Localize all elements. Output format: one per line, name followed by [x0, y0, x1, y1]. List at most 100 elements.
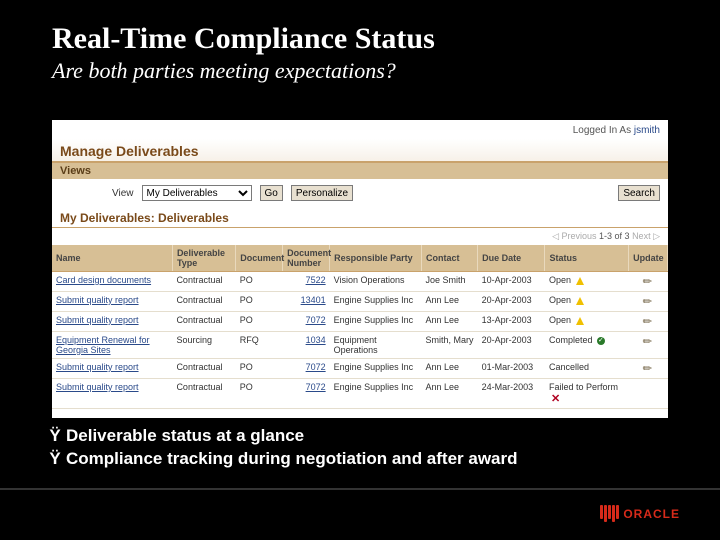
check-icon: [597, 337, 605, 345]
search-button[interactable]: Search: [618, 185, 660, 201]
deliverable-link[interactable]: Submit quality report: [56, 295, 139, 305]
cell-contact: Joe Smith: [421, 272, 477, 292]
cell-name: Card design documents: [52, 272, 172, 292]
bullet-icon: Ÿ: [44, 426, 66, 446]
cell-status: Cancelled: [545, 359, 629, 379]
cell-status: Open: [545, 272, 629, 292]
col-contact[interactable]: Contact: [421, 245, 477, 272]
view-select[interactable]: My Deliverables: [142, 185, 252, 201]
footer-divider: [0, 488, 720, 490]
cell-update: ✎: [629, 359, 668, 379]
slide-subtitle: Are both parties meeting expectations?: [0, 56, 720, 84]
bullet-icon: Ÿ: [44, 449, 66, 469]
edit-icon[interactable]: ✎: [640, 294, 656, 310]
cell-name: Equipment Renewal for Georgia Sites: [52, 332, 172, 359]
col-update[interactable]: Update: [629, 245, 668, 272]
cell-update: [629, 379, 668, 409]
document-number-link[interactable]: 7072: [306, 362, 326, 372]
bullet-text: Compliance tracking during negotiation a…: [66, 449, 518, 468]
table-row: Submit quality report ContractualPO 7072 En…: [52, 359, 668, 379]
cell-responsible-party: Engine Supplies Inc: [330, 292, 422, 312]
cell-contact: Ann Lee: [421, 359, 477, 379]
personalize-button[interactable]: Personalize: [291, 185, 353, 201]
cell-document: RFQ: [236, 332, 283, 359]
col-due-date[interactable]: Due Date: [478, 245, 545, 272]
cell-responsible-party: Engine Supplies Inc: [330, 359, 422, 379]
document-number-link[interactable]: 7522: [306, 275, 326, 285]
x-icon: ✕: [551, 392, 560, 405]
warning-icon: [576, 297, 584, 305]
table-row: Equipment Renewal for Georgia SitesSourc…: [52, 332, 668, 359]
cell-status: Failed to Perform ✕: [545, 379, 629, 409]
cell-document-number: 1034: [283, 332, 330, 359]
bullet-text: Deliverable status at a glance: [66, 426, 304, 445]
cell-due-date: 13-Apr-2003: [478, 312, 545, 332]
cell-due-date: 20-Apr-2003: [478, 332, 545, 359]
cell-document-number: 7522: [283, 272, 330, 292]
cell-name: Submit quality report: [52, 292, 172, 312]
cell-type: Contractual: [172, 379, 235, 409]
cell-contact: Ann Lee: [421, 379, 477, 409]
slide-title: Real-Time Compliance Status: [0, 0, 720, 56]
edit-icon[interactable]: ✎: [640, 361, 656, 377]
pagination: ◁ Previous 1-3 of 3 Next ▷: [52, 228, 668, 245]
cell-contact: Ann Lee: [421, 292, 477, 312]
col-document-number[interactable]: Document Number: [283, 245, 330, 272]
cell-contact: Smith, Mary: [421, 332, 477, 359]
col-status[interactable]: Status: [545, 245, 629, 272]
cell-name: Submit quality report: [52, 312, 172, 332]
cell-document: PO: [236, 312, 283, 332]
cell-document: PO: [236, 359, 283, 379]
cell-status: Completed: [545, 332, 629, 359]
col-type[interactable]: Deliverable Type: [172, 245, 235, 272]
view-label: View: [112, 188, 134, 199]
cell-document: PO: [236, 379, 283, 409]
edit-icon[interactable]: ✎: [640, 314, 656, 330]
cell-update: ✎: [629, 292, 668, 312]
cell-status: Open: [545, 292, 629, 312]
table-row: Submit quality reportContractualPO13401E…: [52, 292, 668, 312]
deliverable-link[interactable]: Submit quality report: [56, 362, 139, 372]
document-number-link[interactable]: 7072: [306, 315, 326, 325]
section-subheader: My Deliverables: Deliverables: [52, 207, 668, 228]
document-number-link[interactable]: 7072: [306, 382, 326, 392]
cell-type: Contractual: [172, 359, 235, 379]
table-header-row: Name Deliverable Type Document Document …: [52, 245, 668, 272]
cell-document-number: 7072: [283, 379, 330, 409]
cell-name: Submit quality report: [52, 379, 172, 409]
deliverable-link[interactable]: Card design documents: [56, 275, 151, 285]
cell-responsible-party: Vision Operations: [330, 272, 422, 292]
deliverable-link[interactable]: Submit quality report: [56, 315, 139, 325]
cell-due-date: 24-Mar-2003: [478, 379, 545, 409]
edit-icon[interactable]: ✎: [640, 334, 656, 350]
col-name[interactable]: Name: [52, 245, 172, 272]
deliverables-table: Name Deliverable Type Document Document …: [52, 245, 668, 409]
col-document[interactable]: Document: [236, 245, 283, 272]
document-number-link[interactable]: 13401: [301, 295, 326, 305]
cell-document: PO: [236, 272, 283, 292]
oracle-logo: ORACLE: [600, 505, 680, 522]
go-button[interactable]: Go: [260, 185, 283, 201]
deliverable-link[interactable]: Submit quality report: [56, 382, 139, 392]
cell-name: Submit quality report: [52, 359, 172, 379]
oracle-logo-icon: [600, 505, 619, 522]
cell-responsible-party: Equipment Operations: [330, 332, 422, 359]
cell-update: ✎: [629, 312, 668, 332]
cell-type: Contractual: [172, 312, 235, 332]
table-row: Submit quality reportContractualPO7072En…: [52, 379, 668, 409]
slide-bullets: ŸDeliverable status at a glance ŸComplia…: [44, 426, 518, 472]
document-number-link[interactable]: 1034: [306, 335, 326, 345]
cell-contact: Ann Lee: [421, 312, 477, 332]
deliverable-link[interactable]: Equipment Renewal for Georgia Sites: [56, 335, 150, 355]
col-responsible-party[interactable]: Responsible Party: [330, 245, 422, 272]
cell-status: Open: [545, 312, 629, 332]
application-screenshot: Logged In As jsmith Manage Deliverables …: [52, 120, 668, 418]
cell-due-date: 20-Apr-2003: [478, 292, 545, 312]
logged-in-indicator: Logged In As jsmith: [52, 120, 668, 139]
cell-document: PO: [236, 292, 283, 312]
cell-document-number: 7072: [283, 312, 330, 332]
views-section-header: Views: [52, 163, 668, 179]
warning-icon: [576, 277, 584, 285]
edit-icon[interactable]: ✎: [640, 274, 656, 290]
warning-icon: [576, 317, 584, 325]
